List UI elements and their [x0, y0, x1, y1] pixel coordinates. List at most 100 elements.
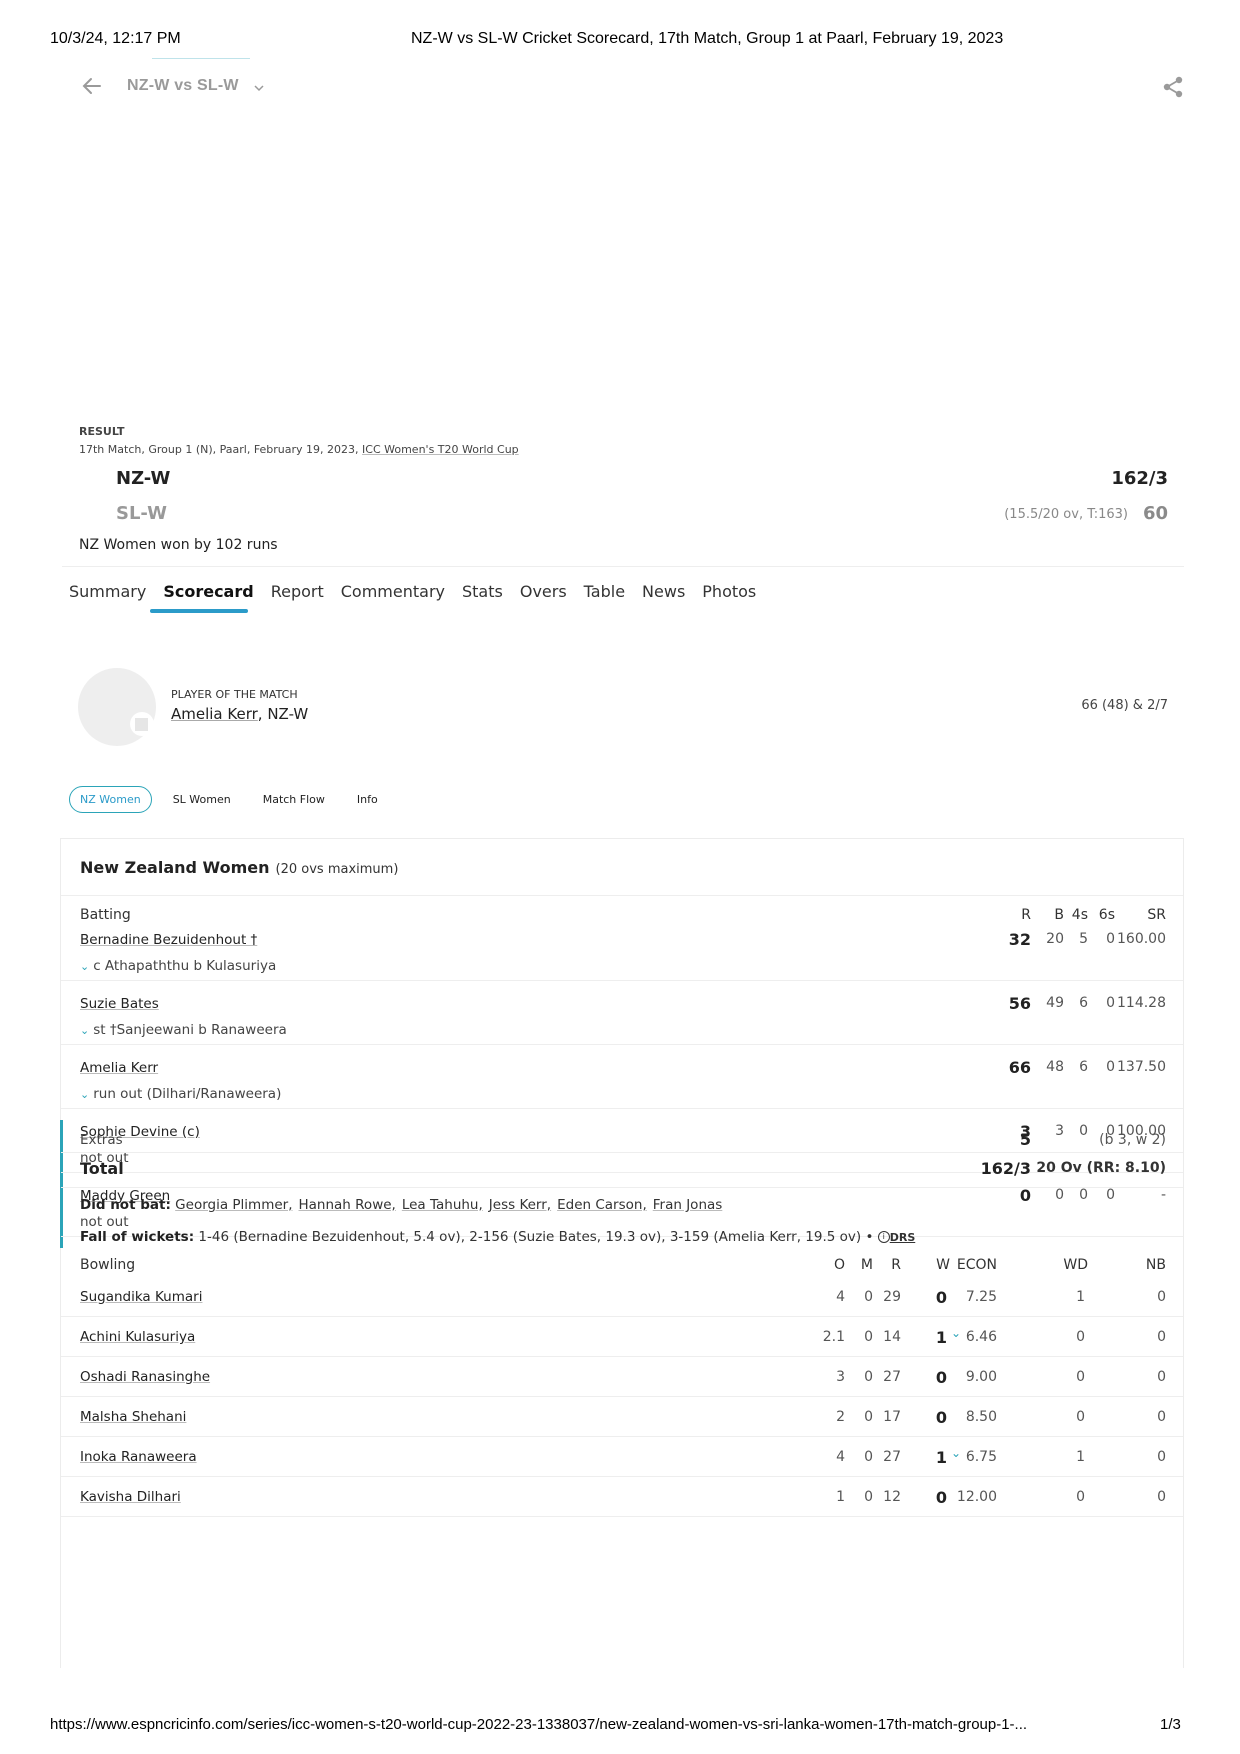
batter-name[interactable]: Bernadine Bezuidenhout † — [80, 932, 257, 948]
bowler-overs: 2.1 — [822, 1329, 845, 1345]
pill-sl-women[interactable]: SL Women — [162, 786, 242, 813]
bowler-name[interactable]: Kavisha Dilhari — [80, 1489, 181, 1505]
did-not-bat: Did not bat: Georgia Plimmer, Hannah Rowe… — [80, 1197, 728, 1213]
tab-report[interactable]: Report — [271, 582, 324, 601]
innings-title: New Zealand Women (20 ovs maximum) — [80, 858, 398, 877]
col-nb: NB — [1145, 1257, 1166, 1273]
batter-dismissal[interactable]: ⌄ c Athapaththu b Kulasuriya — [80, 958, 276, 974]
bowler-econ: 8.50 — [965, 1409, 997, 1425]
dismissal-text: run out (Dilhari/Ranaweera) — [93, 1086, 282, 1102]
batter-sr: 137.50 — [1117, 1059, 1166, 1075]
bowler-runs: 12 — [883, 1489, 901, 1505]
tab-commentary[interactable]: Commentary — [341, 582, 445, 601]
not-out-indicator — [60, 1184, 63, 1248]
fow-text: 1-46 (Bernadine Bezuidenhout, 5.4 ov), 2… — [198, 1229, 874, 1245]
did-not-bat-player[interactable]: Fran Jonas — [653, 1197, 723, 1213]
potm-label: PLAYER OF THE MATCH — [171, 688, 298, 701]
did-not-bat-player[interactable]: Lea Tahuhu, — [402, 1197, 483, 1213]
bowler-name[interactable]: Achini Kulasuriya — [80, 1329, 195, 1345]
pill-match-flow[interactable]: Match Flow — [252, 786, 336, 813]
share-icon[interactable] — [1160, 74, 1186, 100]
total-detail: 20 Ov (RR: 8.10) — [1036, 1160, 1166, 1176]
col-o: O — [833, 1257, 845, 1273]
match-status-label: RESULT — [79, 425, 125, 438]
batter-balls: 48 — [1046, 1059, 1064, 1075]
pill-info[interactable]: Info — [346, 786, 389, 813]
chevron-down-icon[interactable]: ⌄ — [951, 1326, 961, 1340]
batter-runs: 66 — [1008, 1058, 1031, 1077]
dismissal-text: st †Sanjeewani b Ranaweera — [93, 1022, 287, 1038]
print-doc-title: NZ-W vs SL-W Cricket Scorecard, 17th Mat… — [411, 30, 1004, 47]
bowler-noballs: 0 — [1157, 1369, 1166, 1385]
team1-name[interactable]: NZ-W — [116, 468, 170, 489]
bowler-wickets: 1 — [935, 1328, 947, 1347]
potm-player-name[interactable]: Amelia Kerr — [171, 705, 258, 723]
bowler-runs: 27 — [883, 1449, 901, 1465]
total-value: 162/3 — [980, 1159, 1031, 1178]
tab-table[interactable]: Table — [584, 582, 625, 601]
fall-of-wickets: Fall of wickets: 1-46 (Bernadine Bezuide… — [80, 1229, 915, 1245]
match-title[interactable]: NZ-W vs SL-W — [127, 77, 239, 95]
divider — [61, 1108, 1183, 1109]
chevron-down-icon[interactable]: ⌄ — [80, 1024, 89, 1037]
did-not-bat-player[interactable]: Hannah Rowe, — [299, 1197, 396, 1213]
chevron-down-icon[interactable]: ⌄ — [951, 1446, 961, 1460]
bowler-maidens: 0 — [864, 1289, 873, 1305]
bowler-maidens: 0 — [864, 1489, 873, 1505]
chevron-down-icon[interactable] — [252, 80, 266, 94]
divider — [61, 1476, 1183, 1477]
match-result: NZ Women won by 102 runs — [79, 537, 278, 553]
did-not-bat-player[interactable]: Jess Kerr, — [489, 1197, 551, 1213]
bowler-econ: 7.25 — [965, 1289, 997, 1305]
divider — [61, 1316, 1183, 1317]
innings-selector: NZ Women SL Women Match Flow Info — [69, 786, 399, 813]
batter-sr: 114.28 — [1117, 995, 1166, 1011]
batter-sr: 160.00 — [1117, 931, 1166, 947]
batter-dismissal[interactable]: ⌄ st †Sanjeewani b Ranaweera — [80, 1022, 287, 1038]
team-badge-placeholder — [135, 718, 148, 731]
bowler-maidens: 0 — [864, 1409, 873, 1425]
bowler-maidens: 0 — [864, 1329, 873, 1345]
bowler-noballs: 0 — [1157, 1449, 1166, 1465]
batter-fours: 6 — [1079, 995, 1088, 1011]
tab-photos[interactable]: Photos — [702, 582, 756, 601]
batter-name[interactable]: Suzie Bates — [80, 996, 159, 1012]
bowler-wides: 0 — [1076, 1409, 1085, 1425]
potm-player: Amelia Kerr, NZ-W — [171, 705, 308, 723]
chevron-down-icon[interactable]: ⌄ — [80, 960, 89, 973]
bowler-name[interactable]: Sugandika Kumari — [80, 1289, 202, 1305]
bowler-wides: 0 — [1076, 1329, 1085, 1345]
bowler-noballs: 0 — [1157, 1329, 1166, 1345]
bowler-wickets: 0 — [935, 1368, 947, 1387]
potm-player-team: , NZ-W — [257, 705, 309, 723]
print-datetime: 10/3/24, 12:17 PM — [50, 30, 181, 47]
tab-news[interactable]: News — [642, 582, 685, 601]
arrow-left-icon[interactable] — [80, 74, 104, 98]
bowler-wickets: 1 — [935, 1448, 947, 1467]
extras-label: Extras — [80, 1132, 123, 1148]
did-not-bat-player[interactable]: Georgia Plimmer, — [175, 1197, 292, 1213]
bowler-overs: 2 — [836, 1409, 845, 1425]
batter-dismissal: not out — [80, 1214, 129, 1230]
bowler-name[interactable]: Malsha Shehani — [80, 1409, 186, 1425]
batter-name[interactable]: Amelia Kerr — [80, 1060, 158, 1076]
dismissal-text: not out — [80, 1214, 129, 1230]
batter-fours: 0 — [1079, 1187, 1088, 1203]
bowler-name[interactable]: Oshadi Ranasinghe — [80, 1369, 210, 1385]
batter-dismissal[interactable]: ⌄ run out (Dilhari/Ranaweera) — [80, 1086, 281, 1102]
tab-summary[interactable]: Summary — [69, 582, 146, 601]
pill-nz-women[interactable]: NZ Women — [69, 786, 152, 813]
drs-link[interactable]: DRS — [890, 1231, 916, 1244]
team2-name[interactable]: SL-W — [116, 503, 167, 524]
tab-scorecard[interactable]: Scorecard — [163, 582, 253, 601]
bowler-maidens: 0 — [864, 1369, 873, 1385]
bowling-header: Bowling — [80, 1257, 136, 1273]
col-4s: 4s — [1071, 907, 1088, 923]
series-link[interactable]: ICC Women's T20 World Cup — [362, 443, 519, 456]
batter-sr: - — [1160, 1187, 1166, 1203]
did-not-bat-player[interactable]: Eden Carson, — [557, 1197, 647, 1213]
tab-stats[interactable]: Stats — [462, 582, 503, 601]
tab-overs[interactable]: Overs — [520, 582, 567, 601]
chevron-down-icon[interactable]: ⌄ — [80, 1088, 89, 1101]
bowler-name[interactable]: Inoka Ranaweera — [80, 1449, 197, 1465]
